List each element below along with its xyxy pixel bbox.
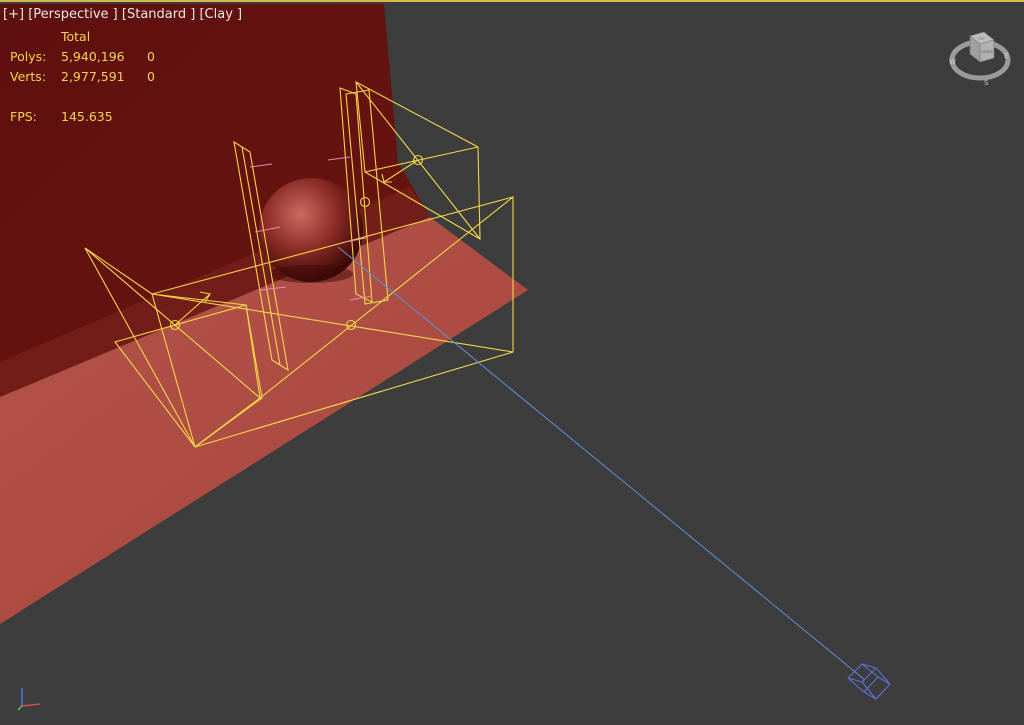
- perspective-viewport[interactable]: [+] [Perspective ] [Standard ] [Clay ] T…: [0, 0, 1024, 725]
- viewport-label-menu: [+] [Perspective ] [Standard ] [Clay ]: [3, 7, 242, 22]
- axis-tripod-icon: [17, 688, 41, 711]
- viewcube-widget[interactable]: TOP FRONT W E S: [944, 28, 1014, 88]
- camera-target-line: [337, 246, 866, 681]
- compass-west[interactable]: W: [949, 58, 956, 66]
- fps-value: 145.635: [61, 109, 113, 124]
- compass-east[interactable]: E: [1004, 52, 1008, 60]
- viewport-point-of-view-menu[interactable]: [Perspective ]: [28, 7, 118, 22]
- polys-selected: 0: [147, 49, 155, 64]
- polys-total: 5,940,196: [61, 49, 125, 64]
- verts-total: 2,977,591: [61, 69, 125, 84]
- fps-label: FPS:: [10, 109, 37, 124]
- stats-total-header: Total: [61, 29, 91, 44]
- polys-label: Polys:: [10, 49, 47, 64]
- verts-label: Verts:: [10, 69, 47, 84]
- sphere-shadow: [269, 265, 353, 283]
- viewport-general-menu[interactable]: [+]: [3, 7, 24, 22]
- viewport-style-menu[interactable]: [Clay ]: [199, 7, 242, 22]
- camera-gizmo[interactable]: [847, 663, 891, 700]
- viewcube-front-label: FRONT: [981, 50, 994, 54]
- verts-selected: 0: [147, 69, 155, 84]
- viewport-shading-menu[interactable]: [Standard ]: [122, 7, 195, 22]
- compass-south[interactable]: S: [984, 79, 989, 87]
- scene-canvas[interactable]: [0, 2, 1024, 725]
- viewcube-top-label: TOP: [976, 37, 984, 41]
